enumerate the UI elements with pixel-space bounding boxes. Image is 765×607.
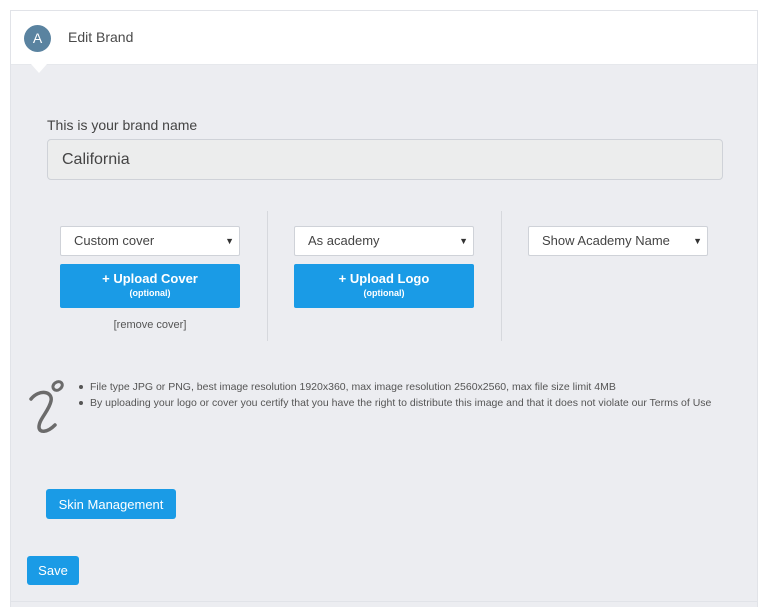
chevron-down-icon: ▼ — [225, 236, 234, 246]
name-display-value: Show Academy Name — [542, 233, 670, 248]
upload-logo-button[interactable]: + Upload Logo (optional) — [294, 264, 474, 308]
column-divider — [267, 211, 268, 341]
upload-cover-label: + Upload Cover — [102, 271, 198, 286]
upload-cover-optional: (optional) — [129, 288, 171, 298]
chevron-down-icon: ▼ — [693, 236, 702, 246]
logo-type-select[interactable]: As academy ▼ — [294, 226, 474, 256]
panel-header: A Edit Brand — [11, 11, 757, 65]
upload-cover-button[interactable]: + Upload Cover (optional) — [60, 264, 240, 308]
upload-logo-optional: (optional) — [363, 288, 405, 298]
save-button[interactable]: Save — [27, 556, 79, 585]
header-notch — [31, 64, 47, 73]
page-title: Edit Brand — [68, 29, 134, 45]
remove-cover-link[interactable]: [remove cover] — [60, 319, 240, 331]
list-item: File type JPG or PNG, best image resolut… — [77, 380, 717, 394]
avatar: A — [24, 25, 51, 52]
edit-brand-panel: A Edit Brand This is your brand name Cus… — [10, 10, 758, 607]
cover-type-select[interactable]: Custom cover ▼ — [60, 226, 240, 256]
footer-divider — [11, 601, 757, 602]
column-divider — [501, 211, 502, 341]
brand-name-label: This is your brand name — [47, 117, 198, 133]
list-item: By uploading your logo or cover you cert… — [77, 396, 717, 410]
logo-type-value: As academy — [308, 233, 380, 248]
brand-name-input[interactable] — [47, 139, 723, 180]
name-display-select[interactable]: Show Academy Name ▼ — [528, 226, 708, 256]
chevron-down-icon: ▼ — [459, 236, 468, 246]
cover-type-value: Custom cover — [74, 233, 155, 248]
info-list: File type JPG or PNG, best image resolut… — [77, 380, 717, 412]
info-icon — [29, 380, 64, 433]
upload-logo-label: + Upload Logo — [338, 271, 430, 286]
skin-management-button[interactable]: Skin Management — [46, 489, 176, 519]
